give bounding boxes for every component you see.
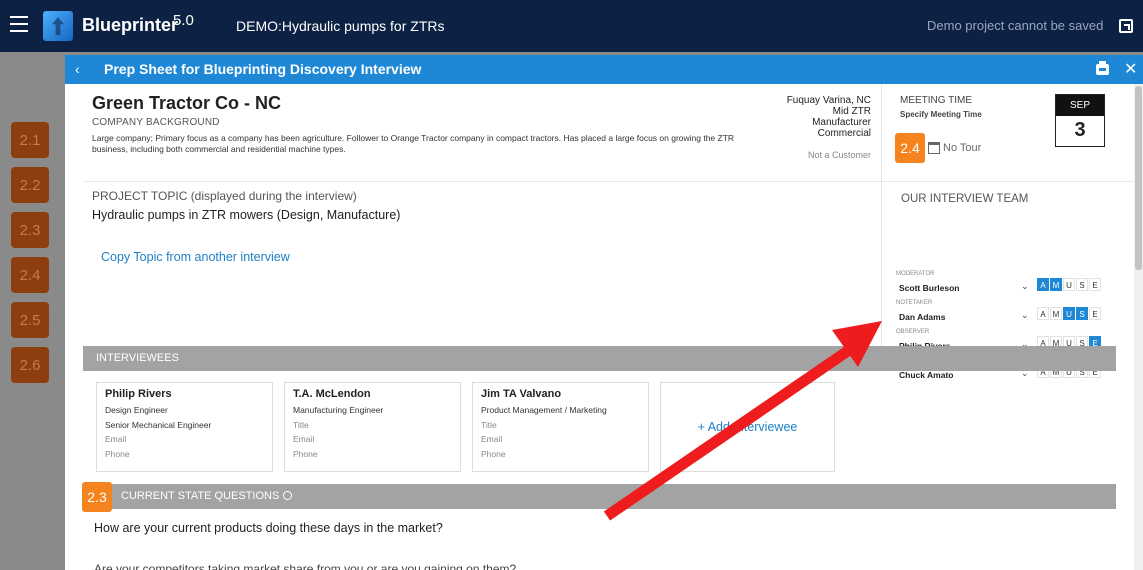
copy-topic-link[interactable]: Copy Topic from another interview [101, 250, 290, 264]
interview-team-title: OUR INTERVIEW TEAM [901, 193, 1029, 205]
role-letter-toggle[interactable]: U [1063, 307, 1075, 320]
interviewee-email: Email [481, 434, 503, 444]
meeting-time-label: MEETING TIME [900, 95, 973, 106]
team-member-name[interactable]: Chuck Amato [899, 370, 953, 380]
interviewee-phone: Phone [481, 448, 506, 459]
role-letter-toggle[interactable]: S [1076, 278, 1088, 291]
company-size: Mid ZTR [832, 106, 871, 117]
team-member-row: NOTETAKER Dan Adams ⌄ A M U S E [896, 300, 1126, 329]
blueprinter-logo [43, 11, 73, 41]
interviewee-title: Design Engineer [105, 405, 168, 415]
company-name: Green Tractor Co - NC [92, 93, 282, 113]
meeting-month: SEP [1056, 95, 1104, 116]
step-badge-2-4: 2.4 [895, 133, 925, 163]
interviewee-subtitle: Senior Mechanical Engineer [105, 419, 212, 430]
back-chevron-icon[interactable]: ‹ [75, 61, 80, 77]
role-letter-group: AMUSE [1037, 278, 1101, 291]
menu-icon[interactable] [10, 16, 28, 32]
print-icon[interactable] [1096, 61, 1109, 75]
interviewee-email: Email [293, 434, 315, 444]
modal-title: Prep Sheet for Blueprinting Discovery In… [104, 61, 422, 77]
prep-sheet-modal: ‹ Prep Sheet for Blueprinting Discovery … [65, 55, 1143, 570]
project-topic-label: PROJECT TOPIC (displayed during the inte… [92, 189, 357, 203]
interviewee-cards: Philip Rivers Design Engineer Senior Mec… [96, 382, 835, 472]
role-letter-toggle[interactable]: M [1050, 278, 1062, 291]
interviewee-subtitle: Title [293, 419, 309, 430]
role-letter-toggle[interactable]: A [1037, 278, 1049, 291]
current-state-header: CURRENT STATE QUESTIONS [83, 484, 1116, 509]
company-background-label: COMPANY BACKGROUND [92, 117, 220, 128]
role-letter-toggle[interactable]: U [1063, 278, 1075, 291]
step-tile[interactable]: 2.6 [11, 347, 49, 383]
interviewee-name: T.A. McLendon [293, 388, 371, 400]
add-interviewee-button[interactable]: + Add Interviewee [660, 382, 835, 472]
team-member-name[interactable]: Dan Adams [899, 312, 945, 322]
interviewee-phone: Phone [293, 448, 318, 459]
meeting-date[interactable]: SEP 3 [1055, 94, 1105, 147]
step-tile[interactable]: 2.1 [11, 122, 49, 158]
interviewee-subtitle: Title [481, 419, 497, 430]
chevron-down-icon[interactable]: ⌄ [1021, 281, 1029, 292]
interviewee-name: Jim TA Valvano [481, 388, 562, 400]
interviewee-card[interactable]: T.A. McLendon Manufacturing Engineer Tit… [284, 382, 461, 472]
step-navigation: 2.1 2.2 2.3 2.4 2.5 2.6 [11, 122, 49, 392]
role-letter-toggle[interactable]: A [1037, 307, 1049, 320]
interviewee-card[interactable]: Philip Rivers Design Engineer Senior Mec… [96, 382, 273, 472]
interviewee-title: Manufacturing Engineer [293, 405, 384, 415]
interviewee-title: Product Management / Marketing [481, 405, 607, 415]
app-version: 5.0 [173, 12, 194, 29]
role-letter-group: AMUSE [1037, 307, 1101, 320]
team-member-row: MODERATOR Scott Burleson ⌄ A M U S E [896, 271, 1126, 300]
project-topic-text[interactable]: Hydraulic pumps in ZTR mowers (Design, M… [92, 208, 400, 222]
close-icon[interactable]: ✕ [1124, 59, 1137, 79]
modal-scrollbar[interactable] [1134, 84, 1143, 570]
question-text-cutoff: Are your competitors taking market share… [94, 562, 517, 570]
team-role: OBSERVER [896, 329, 930, 335]
team-role: NOTETAKER [896, 300, 933, 306]
app-name: Blueprinter [82, 15, 179, 35]
team-role: MODERATOR [896, 271, 935, 277]
question-text[interactable]: How are your current products doing thes… [94, 521, 443, 535]
specify-meeting-time-link[interactable]: Specify Meeting Time [900, 110, 982, 119]
company-meta: Fuquay Varina, NC Mid ZTR Manufacturer C… [765, 95, 871, 139]
divider [882, 181, 1134, 182]
tour-toggle[interactable]: No Tour [943, 142, 981, 154]
step-tile[interactable]: 2.4 [11, 257, 49, 293]
step-badge-2-3: 2.3 [82, 482, 112, 512]
current-state-title: CURRENT STATE QUESTIONS [121, 490, 280, 502]
expand-icon[interactable] [1119, 19, 1133, 33]
interviewee-phone: Phone [105, 448, 130, 459]
role-letter-toggle[interactable]: M [1050, 307, 1062, 320]
calendar-icon [928, 142, 940, 154]
company-background-text: Large company; Primary focus as a compan… [92, 133, 735, 154]
customer-status: Not a Customer [807, 150, 871, 160]
team-member-name[interactable]: Scott Burleson [899, 283, 959, 293]
modal-header: ‹ Prep Sheet for Blueprinting Discovery … [65, 55, 1143, 84]
project-title: DEMO:Hydraulic pumps for ZTRs [236, 18, 445, 34]
role-letter-toggle[interactable]: E [1089, 307, 1101, 320]
chevron-down-icon[interactable]: ⌄ [1021, 310, 1029, 321]
interviewees-header: INTERVIEWEES [83, 346, 1116, 371]
interviewee-email: Email [105, 434, 127, 444]
demo-notice: Demo project cannot be saved [927, 18, 1104, 33]
interviewee-card[interactable]: Jim TA Valvano Product Management / Mark… [472, 382, 649, 472]
app-header: Blueprinter 5.0 DEMO:Hydraulic pumps for… [0, 0, 1143, 52]
role-letter-toggle[interactable]: S [1076, 307, 1088, 320]
divider [881, 84, 882, 346]
company-location: Fuquay Varina, NC [786, 95, 871, 106]
meeting-day: 3 [1074, 119, 1086, 141]
step-tile[interactable]: 2.2 [11, 167, 49, 203]
company-type: Manufacturer [812, 117, 871, 128]
info-icon[interactable] [283, 491, 293, 500]
company-segment: Commercial [817, 128, 871, 139]
scrollbar-thumb[interactable] [1135, 86, 1142, 270]
role-letter-toggle[interactable]: E [1089, 278, 1101, 291]
divider [83, 181, 881, 182]
step-tile[interactable]: 2.5 [11, 302, 49, 338]
step-tile[interactable]: 2.3 [11, 212, 49, 248]
interviewee-name: Philip Rivers [105, 388, 172, 400]
